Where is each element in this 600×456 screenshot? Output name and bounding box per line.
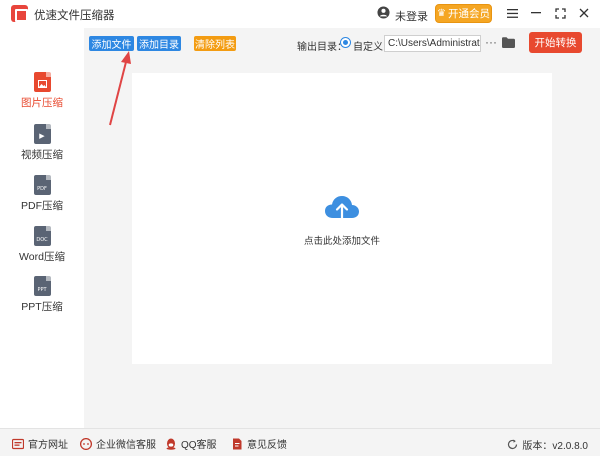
crown-icon: ♛ — [437, 8, 446, 19]
wechat-icon — [80, 437, 92, 450]
maximize-icon[interactable] — [551, 4, 569, 22]
clear-list-button[interactable]: 清除列表 — [194, 36, 236, 51]
version-info: 版本：v2.0.8.0 — [507, 437, 588, 452]
vip-button[interactable]: ♛ 开通会员 — [435, 4, 492, 23]
sidebar: 图片压缩 ▶ 视频压缩 PDF PDF压缩 DOC Word压缩 PPT PPT… — [0, 28, 84, 428]
feedback-link[interactable]: 意见反馈 — [231, 436, 287, 451]
toolbar: 添加文件 添加目录 清除列表 输出目录： 自定义 C:\Users\Admini… — [84, 28, 600, 60]
sidebar-item-video[interactable]: ▶ 视频压缩 — [0, 124, 84, 170]
website-link[interactable]: 官方网址 — [12, 436, 68, 451]
app-logo-icon — [11, 5, 28, 22]
refresh-icon[interactable] — [507, 439, 518, 450]
file-drop-area[interactable]: 点击此处添加文件 — [132, 73, 552, 364]
minimize-icon[interactable] — [527, 4, 545, 22]
qq-icon — [166, 438, 176, 450]
close-icon[interactable] — [575, 4, 593, 22]
cloud-upload-icon — [325, 196, 359, 221]
footer-bar: 官方网址 企业微信客服 QQ客服 意见反馈 版本：v2.0.8.0 — [0, 428, 600, 456]
output-path-field[interactable]: C:\Users\Administrator\ — [384, 35, 481, 52]
wechat-service-link[interactable]: 企业微信客服 — [80, 436, 156, 451]
website-icon — [12, 438, 24, 449]
image-file-icon — [33, 72, 51, 92]
more-options-icon[interactable]: ··· — [485, 35, 497, 49]
custom-radio-label[interactable]: 自定义 — [353, 38, 383, 53]
custom-radio[interactable] — [340, 37, 351, 48]
add-folder-button[interactable]: 添加目录 — [137, 36, 181, 51]
qq-service-link[interactable]: QQ客服 — [165, 436, 217, 451]
sidebar-item-label: PPT压缩 — [21, 301, 63, 313]
user-icon[interactable] — [377, 6, 390, 19]
sidebar-item-ppt[interactable]: PPT PPT压缩 — [0, 276, 84, 322]
sidebar-item-label: Word压缩 — [19, 251, 65, 263]
vip-label: 开通会员 — [447, 8, 490, 20]
ppt-file-icon: PPT — [33, 276, 51, 296]
sidebar-item-label: 图片压缩 — [21, 97, 63, 109]
sidebar-item-image[interactable]: 图片压缩 — [0, 72, 84, 118]
version-label: 版本：v2.0.8.0 — [522, 441, 588, 452]
qq-service-label: QQ客服 — [181, 440, 217, 451]
title-bar: 优速文件压缩器 未登录 ♛ 开通会员 — [0, 0, 600, 28]
menu-icon[interactable] — [503, 4, 521, 22]
folder-icon[interactable] — [502, 37, 515, 48]
start-convert-button[interactable]: 开始转换 — [529, 32, 582, 53]
website-label: 官方网址 — [28, 440, 68, 451]
sidebar-item-label: 视频压缩 — [21, 149, 63, 161]
wechat-service-label: 企业微信客服 — [96, 440, 156, 451]
app-title: 优速文件压缩器 — [34, 10, 115, 22]
pdf-file-icon: PDF — [33, 175, 51, 195]
sidebar-item-pdf[interactable]: PDF PDF压缩 — [0, 175, 84, 221]
video-file-icon: ▶ — [33, 124, 51, 144]
sidebar-item-label: PDF压缩 — [21, 200, 63, 212]
login-status[interactable]: 未登录 — [395, 8, 428, 24]
feedback-icon — [233, 438, 242, 449]
feedback-label: 意见反馈 — [247, 440, 287, 451]
annotation-arrow — [109, 51, 131, 126]
drop-hint-text[interactable]: 点击此处添加文件 — [132, 233, 552, 247]
sidebar-item-word[interactable]: DOC Word压缩 — [0, 226, 84, 272]
word-file-icon: DOC — [33, 226, 51, 246]
